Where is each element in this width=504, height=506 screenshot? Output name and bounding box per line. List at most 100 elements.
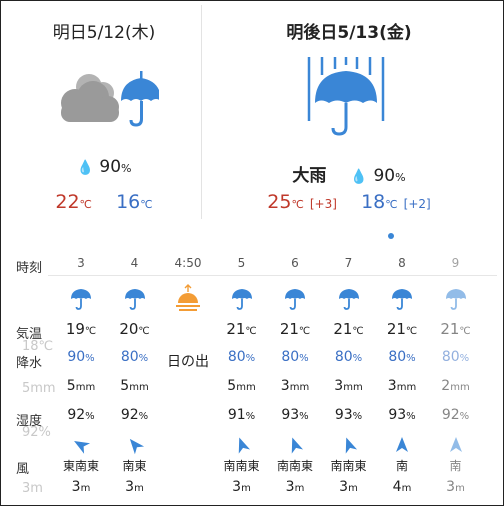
precip-probability: 💧 90% — [76, 157, 132, 177]
hour-precip-mm: 5mm — [66, 378, 96, 394]
low-temp: 16℃ — [116, 191, 153, 213]
hour-label: 3 — [77, 256, 85, 270]
sunrise-label: 日の出 — [167, 354, 209, 370]
hour-precip-prob: 80% — [227, 349, 256, 365]
label-precip: 降水 — [16, 356, 43, 371]
raindrop-icon: 💧 — [350, 169, 368, 185]
day-temps: 25℃ [+3] 18℃ [+2] — [201, 191, 497, 213]
hour-precip-mm: 5mm — [227, 378, 256, 394]
wind-direction: 南南東 — [330, 459, 367, 473]
hour-precip-mm: 5mm — [120, 378, 149, 394]
day-card-day-after[interactable]: 明後日5/13(金) 大雨 💧 90% 25℃ [+3] 18℃ [+2] — [201, 5, 497, 231]
wind-speed: 4m — [392, 479, 412, 495]
sunrise-icon — [173, 283, 203, 313]
hour-humidity: 93% — [334, 407, 363, 423]
wind-direction: 南 — [395, 459, 408, 473]
wind-direction-arrow-icon — [446, 435, 466, 455]
hour-precip-mm: 3mm — [280, 378, 310, 394]
day-date: 明後日5/13(金) — [286, 23, 412, 43]
hour-precip-prob: 80% — [334, 349, 363, 365]
hour-label: 9 — [451, 256, 460, 270]
weather-text: 大雨 — [292, 166, 327, 186]
wind-direction-arrow-icon — [125, 435, 145, 455]
hour-humidity: 93% — [388, 407, 416, 423]
wind-direction: 東南東 — [62, 459, 99, 473]
wind-speed: 3m — [71, 479, 91, 495]
hour-label: 4 — [130, 256, 139, 270]
hour-temp: 19℃ — [65, 320, 97, 338]
hour-column: 6 21℃ 80% 3mm 93% 南南東 3m — [270, 245, 320, 502]
hour-precip-prob: 80% — [441, 349, 470, 365]
hour-precip-prob: 80% — [120, 349, 149, 365]
day-temps: 22℃ 16℃ — [8, 191, 200, 213]
hour-column: 3 19℃ 90% 5mm 92% 東南東 3m — [56, 245, 106, 502]
hour-label: 4:50 — [174, 256, 202, 270]
label-time: 時刻 — [16, 261, 43, 276]
wind-direction-arrow-icon — [232, 435, 252, 455]
hour-temp: 20℃ — [119, 320, 150, 338]
day-date: 明日5/12(木) — [52, 23, 156, 43]
heavy-rain-umbrella-icon — [307, 57, 385, 136]
hour-humidity: 92% — [67, 407, 95, 423]
wind-speed: 3m — [339, 479, 358, 495]
hour-humidity: 91% — [227, 407, 256, 423]
umbrella-icon — [444, 287, 468, 311]
hour-temp: 21℃ — [279, 320, 311, 338]
hour-label: 6 — [291, 256, 299, 270]
wind-speed: 3m — [285, 479, 305, 495]
cloud-umbrella-icon — [61, 71, 159, 127]
hour-column: 5 21℃ 80% 5mm 91% 南南東 3m — [217, 245, 267, 502]
hour-precip-prob: 90% — [67, 349, 95, 365]
raindrop-icon: 💧 — [76, 160, 94, 176]
ghost-mm: 5mm — [22, 381, 56, 396]
wind-direction-arrow-icon — [339, 435, 359, 455]
day-card-tomorrow[interactable]: 明日5/12(木) 💧 90% 22℃ 16℃ — [8, 5, 200, 231]
hour-column: 9 21℃ 80% 2mm 92% 南 3m — [431, 245, 481, 502]
label-temp: 気温 — [16, 327, 43, 342]
wind-speed: 3m — [446, 479, 465, 495]
window-frame: 明日5/12(木) 💧 90% 22℃ 16℃ 明後日5/13(金) 大雨 💧 … — [0, 0, 504, 506]
hour-column: 4 20℃ 80% 5mm 92% 南東 3m — [110, 245, 160, 502]
wind-speed: 3m — [125, 479, 144, 495]
hour-precip-prob: 80% — [388, 349, 416, 365]
forecast-panel: 明日5/12(木) 💧 90% 22℃ 16℃ 明後日5/13(金) 大雨 💧 … — [8, 5, 497, 502]
wind-direction: 南東 — [122, 459, 147, 473]
wind-direction-arrow-icon — [285, 435, 305, 455]
wind-direction-arrow-icon — [392, 435, 412, 455]
hour-precip-mm: 2mm — [441, 378, 470, 394]
hour-column: 4:50 日の出 — [163, 245, 213, 502]
hour-humidity: 93% — [281, 407, 309, 423]
wind-direction: 南南東 — [276, 459, 313, 473]
umbrella-icon — [230, 287, 254, 311]
umbrella-icon — [69, 287, 93, 311]
wind-direction: 南 — [449, 459, 462, 473]
hour-precip-prob: 80% — [281, 349, 309, 365]
hour-label: 7 — [344, 256, 353, 270]
hour-column: 7 21℃ 80% 3mm 93% 南南東 3m — [324, 245, 374, 502]
hour-precip-mm: 3mm — [334, 378, 363, 394]
hour-label: 5 — [237, 256, 246, 270]
label-wind: 風 — [16, 462, 30, 477]
hour-temp: 21℃ — [386, 320, 418, 338]
ghost-wind: 3m — [22, 481, 43, 496]
hour-humidity: 92% — [120, 407, 149, 423]
umbrella-icon — [390, 287, 414, 311]
wind-speed: 3m — [232, 479, 251, 495]
hour-temp: 21℃ — [226, 320, 257, 338]
umbrella-icon — [337, 287, 361, 311]
hour-temp: 21℃ — [440, 320, 471, 338]
high-temp: 22℃ — [55, 191, 92, 213]
umbrella-icon — [283, 287, 307, 311]
weather-and-prob: 大雨 💧 90% — [292, 166, 406, 186]
label-humidity: 湿度 — [16, 414, 43, 429]
low-temp: 18℃ [+2] — [361, 191, 431, 213]
hourly-table[interactable]: 時刻 気温 降水 湿度 風 18℃ 5mm 92% 3m 3 19℃ 90% 5mm 9… — [8, 245, 497, 502]
umbrella-icon — [123, 287, 147, 311]
page-indicator-dot — [388, 233, 394, 239]
hour-column: 8 21℃ 80% 3mm 93% 南 4m — [377, 245, 427, 502]
wind-direction-arrow-icon — [71, 435, 91, 455]
hour-label: 8 — [398, 256, 406, 270]
wind-direction: 南南東 — [223, 459, 260, 473]
hour-temp: 21℃ — [333, 320, 364, 338]
hour-humidity: 92% — [441, 407, 470, 423]
